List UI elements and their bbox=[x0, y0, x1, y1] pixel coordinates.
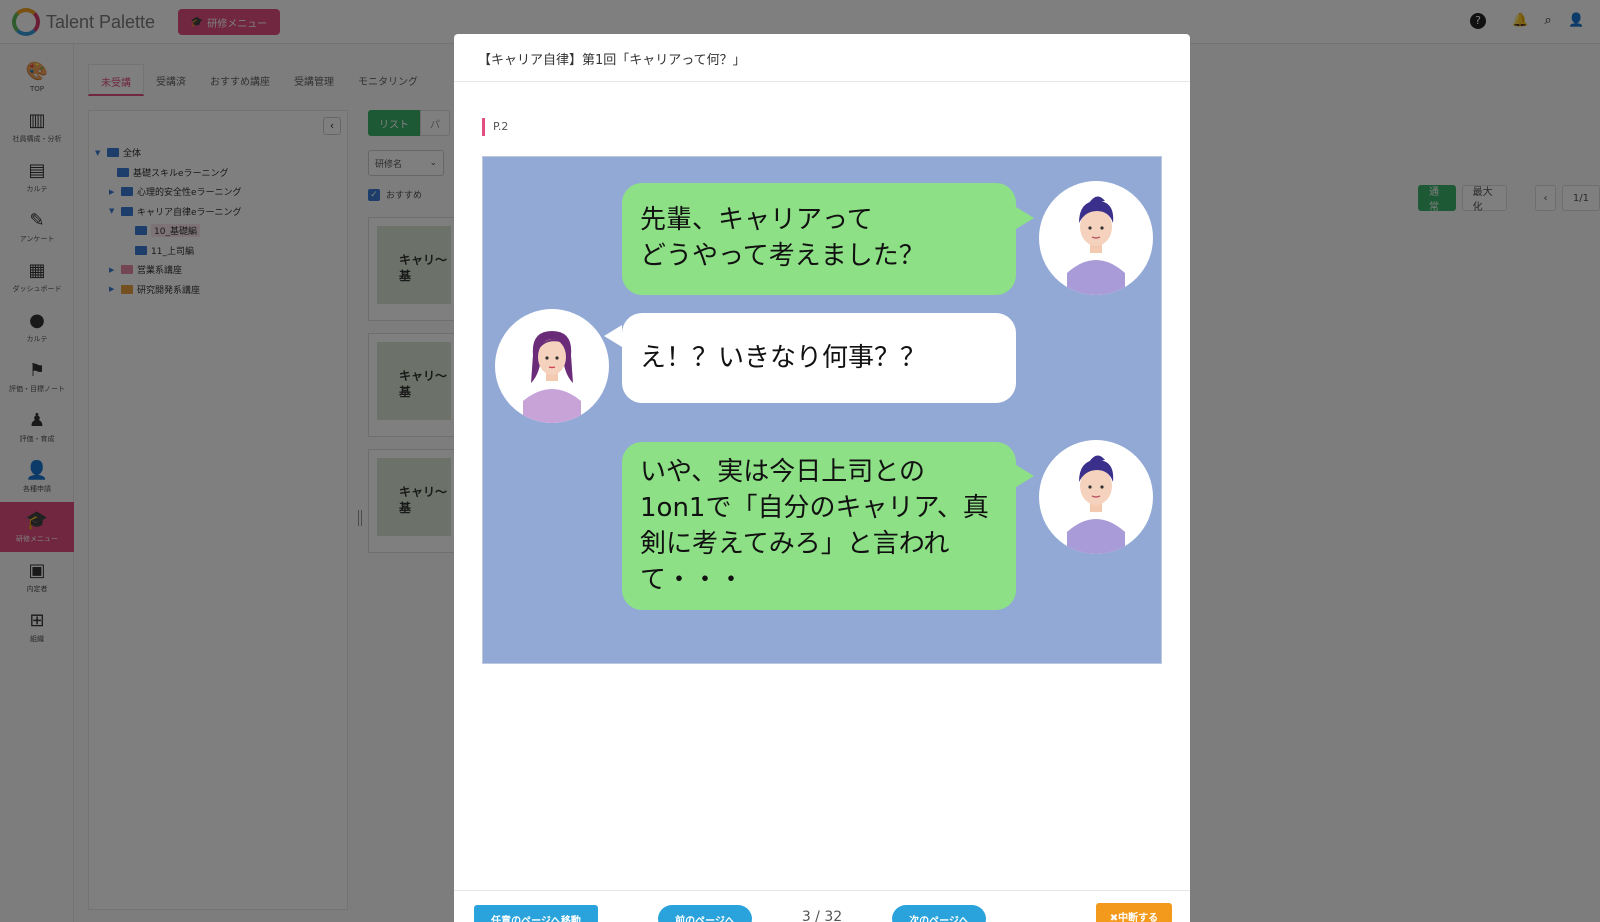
slide-viewer-modal: 【キャリア自律】第1回「キャリアって何？」 P.2 先輩、キャリアって どうやっ… bbox=[454, 34, 1190, 922]
jump-to-page-button[interactable]: 任意のページへ移動 bbox=[474, 905, 598, 922]
bubble-line: え！？いきなり何事？？ bbox=[640, 343, 927, 373]
speech-bubble: いや、実は今日上司との 1on1で「自分のキャリア、真 剣に考えてみろ」と言われ… bbox=[622, 442, 1016, 610]
speech-bubble: 先輩、キャリアって どうやって考えました？ bbox=[622, 183, 1016, 295]
bubble-line: いや、実は今日上司との bbox=[640, 457, 925, 487]
bubble-line: 先輩、キャリアって bbox=[640, 205, 873, 235]
bubble-line: どうやって考えました？ bbox=[640, 241, 925, 271]
bubble-line: て・・・ bbox=[640, 565, 745, 595]
male-avatar-icon bbox=[1039, 440, 1153, 554]
bubble-tail bbox=[1016, 465, 1034, 487]
bubble-line: 剣に考えてみろ」と言われ bbox=[640, 529, 950, 559]
modal-footer: 任意のページへ移動 前のページへ 3 / 32 次のページへ ✖中断する bbox=[454, 890, 1190, 922]
bubble-line: 1on1で「自分のキャリア、真 bbox=[640, 493, 989, 523]
footer-controls: 任意のページへ移動 前のページへ 3 / 32 次のページへ ✖中断する bbox=[454, 891, 1190, 922]
slide-content: 先輩、キャリアって どうやって考えました？ え！？いきなり何事？？ いや、実は今… bbox=[482, 156, 1162, 664]
next-page-button[interactable]: 次のページへ bbox=[892, 905, 986, 922]
speech-bubble: え！？いきなり何事？？ bbox=[622, 313, 1016, 403]
modal-title: 【キャリア自律】第1回「キャリアって何？」 bbox=[454, 34, 1190, 82]
page-indicator: 3 / 32 bbox=[801, 909, 843, 922]
bubble-tail bbox=[604, 325, 622, 347]
stop-button[interactable]: ✖中断する bbox=[1096, 903, 1172, 922]
male-avatar-icon bbox=[1039, 181, 1153, 295]
female-avatar-icon bbox=[495, 309, 609, 423]
page-label: P.2 bbox=[482, 118, 508, 136]
bubble-tail bbox=[1016, 207, 1034, 229]
previous-page-button[interactable]: 前のページへ bbox=[658, 905, 752, 922]
